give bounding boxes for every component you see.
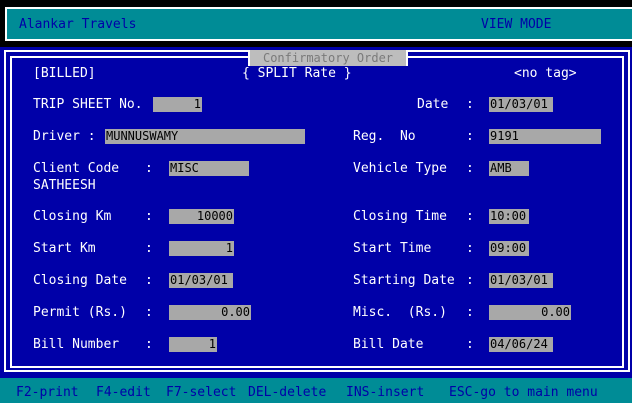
driver-label: Driver : [33, 129, 96, 144]
closing-time-colon: : [466, 209, 474, 224]
billed-status: [BILLED] [33, 66, 96, 81]
vehicle-type-colon: : [466, 161, 474, 176]
start-time-colon: : [466, 241, 474, 256]
bill-number-field[interactable]: 1 [169, 337, 217, 352]
del-delete-key[interactable]: DEL-delete [248, 385, 326, 400]
closing-km-field[interactable]: 10000 [169, 209, 234, 224]
bill-number-colon: : [145, 337, 153, 352]
permit-colon: : [145, 305, 153, 320]
closing-date-colon: : [145, 273, 153, 288]
bill-date-label: Bill Date [353, 337, 424, 352]
tag-label: <no tag> [514, 66, 577, 81]
closing-time-label: Closing Time [353, 209, 447, 224]
trip-sheet-field[interactable]: 1 [153, 97, 202, 112]
reg-no-label: Reg. No [353, 129, 416, 144]
starting-date-colon: : [466, 273, 474, 288]
vehicle-type-field[interactable]: AMB [489, 161, 529, 176]
ins-insert-key[interactable]: INS-insert [346, 385, 424, 400]
title-bar: Alankar Travels VIEW MODE [5, 7, 632, 41]
bill-date-colon: : [466, 337, 474, 352]
start-km-colon: : [145, 241, 153, 256]
reg-no-field[interactable]: 9191 [489, 129, 601, 144]
starting-date-label: Starting Date [353, 273, 455, 288]
date-colon: : [466, 97, 474, 112]
function-key-bar: F2-print F4-edit F7-select DEL-delete IN… [0, 378, 632, 403]
start-km-field[interactable]: 1 [169, 241, 234, 256]
client-code-field[interactable]: MISC [169, 161, 249, 176]
bill-date-field[interactable]: 04/06/24 [489, 337, 553, 352]
f2-print-key[interactable]: F2-print [16, 385, 79, 400]
f7-select-key[interactable]: F7-select [166, 385, 236, 400]
esc-main-menu-key[interactable]: ESC-go to main menu [449, 385, 598, 400]
f4-edit-key[interactable]: F4-edit [96, 385, 151, 400]
rate-type: { SPLIT Rate } [242, 66, 352, 81]
starting-date-field[interactable]: 01/03/01 [489, 273, 553, 288]
vehicle-type-label: Vehicle Type [353, 161, 447, 176]
client-code-label: Client Code [33, 161, 120, 176]
permit-label: Permit (Rs.) [33, 305, 127, 320]
misc-colon: : [466, 305, 474, 320]
closing-date-field[interactable]: 01/03/01 [169, 273, 233, 288]
closing-km-colon: : [145, 209, 153, 224]
client-name: SATHEESH [33, 178, 96, 193]
reg-no-colon: : [466, 129, 474, 144]
app-title: Alankar Travels [19, 17, 137, 32]
misc-label: Misc. (Rs.) [353, 305, 447, 320]
date-label: Date [417, 97, 449, 112]
closing-km-label: Closing Km [33, 209, 112, 224]
permit-field[interactable]: 0.00 [169, 305, 251, 320]
form-title: Confirmatory Order [248, 50, 408, 66]
start-time-label: Start Time [353, 241, 432, 256]
trip-sheet-label: TRIP SHEET No. [33, 97, 143, 112]
date-field[interactable]: 01/03/01 [489, 97, 553, 112]
start-km-label: Start Km [33, 241, 96, 256]
closing-time-field[interactable]: 10:00 [489, 209, 529, 224]
bill-number-label: Bill Number [33, 337, 120, 352]
driver-field[interactable]: MUNNUSWAMY [105, 129, 305, 144]
mode-indicator: VIEW MODE [481, 17, 552, 32]
client-code-colon: : [145, 161, 153, 176]
misc-field[interactable]: 0.00 [489, 305, 571, 320]
closing-date-label: Closing Date [33, 273, 127, 288]
start-time-field[interactable]: 09:00 [489, 241, 529, 256]
